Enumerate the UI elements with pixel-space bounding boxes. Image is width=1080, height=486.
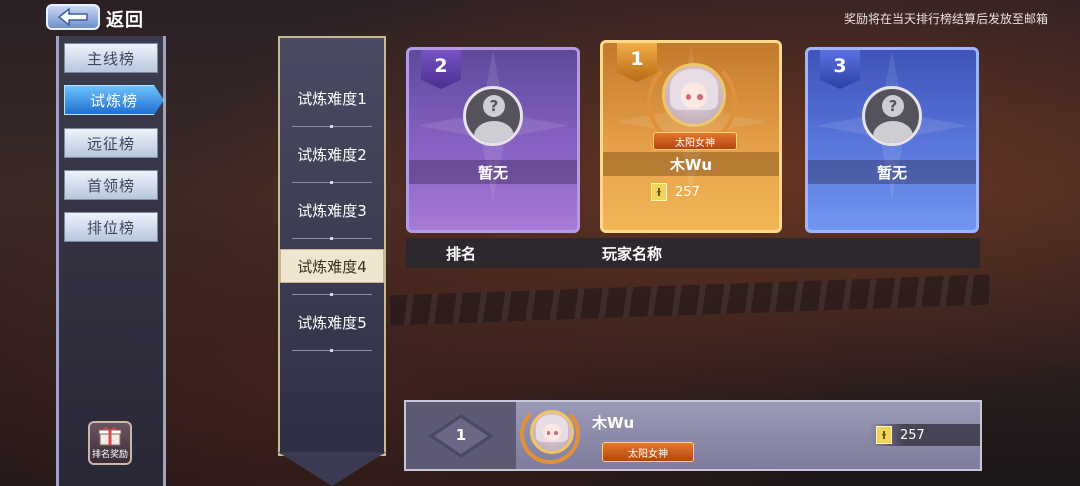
divider xyxy=(292,237,372,240)
ranking-table-header: 排名 玩家名称 xyxy=(406,238,980,268)
header-player-name: 玩家名称 xyxy=(602,245,663,263)
score-flag-icon: ɫ xyxy=(651,183,667,201)
player-name: 暂无 xyxy=(808,160,976,184)
gift-icon xyxy=(98,427,122,446)
tab-expedition[interactable]: 远征榜 xyxy=(64,128,158,158)
difficulty-item-4[interactable]: 试炼难度4 xyxy=(280,249,384,283)
my-title-badge: 太阳女神 xyxy=(602,442,694,462)
unknown-avatar-icon: ? xyxy=(862,86,922,146)
rank-reward-label: 排名奖励 xyxy=(91,450,128,460)
podium-card-second[interactable]: 2 ? 暂无 xyxy=(406,47,580,233)
reward-notice: 奖励将在当天排行榜结算后发放至邮箱 xyxy=(843,12,1048,26)
my-rank-number: 1 xyxy=(455,426,467,444)
divider xyxy=(292,125,372,128)
player-avatar xyxy=(662,63,726,127)
divider xyxy=(292,181,372,184)
header-rank: 排名 xyxy=(446,245,477,263)
score-flag-icon: ɫ xyxy=(876,426,892,444)
tab-main-line[interactable]: 主线榜 xyxy=(64,43,158,73)
tab-ranked[interactable]: 排位榜 xyxy=(64,212,158,242)
rank-flag: 3 xyxy=(820,50,860,89)
divider xyxy=(292,293,372,296)
podium-card-first[interactable]: 1 太阳女神 木Wu ɫ 257 xyxy=(600,40,782,233)
back-button[interactable] xyxy=(46,4,100,30)
difficulty-item-3[interactable]: 试炼难度3 xyxy=(280,193,384,227)
rank-reward-button[interactable]: 排名奖励 xyxy=(88,421,132,465)
tab-trial[interactable]: 试炼榜 xyxy=(64,85,164,115)
back-label[interactable]: 返回 xyxy=(106,6,144,32)
score-row: ɫ 257 xyxy=(651,183,700,201)
my-score-row: ɫ 257 xyxy=(876,426,925,444)
divider xyxy=(292,349,372,352)
my-score: 257 xyxy=(900,427,925,443)
my-player-name: 木Wu xyxy=(592,414,635,432)
unknown-avatar-icon: ? xyxy=(463,86,523,146)
difficulty-item-2[interactable]: 试炼难度2 xyxy=(280,137,384,171)
player-title-badge: 太阳女神 xyxy=(653,132,737,150)
difficulty-item-5[interactable]: 试炼难度5 xyxy=(280,305,384,339)
question-mark-icon: ? xyxy=(882,95,904,117)
player-name: 暂无 xyxy=(409,160,577,184)
back-arrow-icon xyxy=(57,7,88,27)
podium-card-third[interactable]: 3 ? 暂无 xyxy=(805,47,979,233)
player-score: 257 xyxy=(675,184,700,200)
rank-flag: 2 xyxy=(421,50,461,89)
tab-boss[interactable]: 首领榜 xyxy=(64,170,158,200)
question-mark-icon: ? xyxy=(483,95,505,117)
rank-flag: 1 xyxy=(617,43,657,82)
difficulty-item-1[interactable]: 试炼难度1 xyxy=(280,81,384,115)
my-avatar xyxy=(530,410,574,454)
player-name: 木Wu xyxy=(603,152,779,176)
